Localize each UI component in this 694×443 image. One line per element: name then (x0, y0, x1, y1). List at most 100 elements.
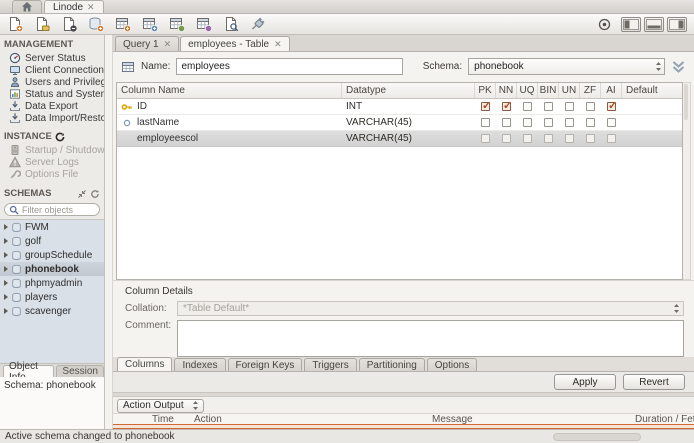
column-datatype: VARCHAR(45) (346, 117, 412, 128)
un-checkbox[interactable] (565, 102, 574, 111)
tab-triggers[interactable]: Triggers (304, 358, 357, 371)
create-view-button[interactable] (142, 16, 158, 32)
nn-checkbox[interactable] (502, 118, 511, 127)
reconnect-server-icon (250, 16, 266, 32)
editor-tab-query-1[interactable]: Query 1 ✕ (115, 36, 180, 51)
close-icon[interactable]: ✕ (164, 39, 172, 49)
un-checkbox[interactable] (565, 118, 574, 127)
expand-arrow-icon[interactable] (4, 294, 8, 300)
zf-checkbox[interactable] (586, 118, 595, 127)
toggle-secondary-sidebar-button[interactable] (667, 16, 687, 32)
column-row-id[interactable]: ID INT (117, 99, 682, 115)
bin-checkbox[interactable] (544, 102, 553, 111)
ai-checkbox[interactable] (607, 134, 616, 143)
connection-tab[interactable]: Linode ✕ (44, 0, 104, 13)
sidebar-item-server-status[interactable]: Server Status (0, 52, 104, 64)
new-query-tab-button[interactable] (7, 16, 23, 32)
nn-checkbox[interactable] (502, 99, 512, 112)
horizontal-scrollbar[interactable] (553, 433, 641, 441)
search-table-data-button[interactable] (223, 16, 239, 32)
pk-checkbox[interactable] (481, 99, 491, 112)
zf-checkbox[interactable] (586, 102, 595, 111)
sidebar-item-status-and-system-variables[interactable]: Status and System Variables (0, 88, 104, 100)
pk-checkbox[interactable] (481, 118, 490, 127)
uq-checkbox[interactable] (523, 118, 532, 127)
schema-select[interactable]: phonebook (468, 58, 665, 75)
schema-item-phpmyadmin[interactable]: phpmyadmin (0, 276, 104, 290)
revert-button[interactable]: Revert (623, 374, 685, 390)
sidebar-item-users-and-privileges[interactable]: Users and Privileges (0, 76, 104, 88)
schema-item-fwm[interactable]: FWM (0, 220, 104, 234)
chevron-double-down-icon[interactable] (671, 60, 686, 74)
schema-item-golf[interactable]: golf (0, 234, 104, 248)
toggle-output-area-button[interactable] (644, 16, 664, 32)
expand-arrow-icon[interactable] (4, 238, 8, 244)
pk-checkbox[interactable] (481, 134, 490, 143)
table-name-input[interactable] (176, 58, 403, 75)
output-header-time: Time (152, 413, 174, 425)
home-tab[interactable] (12, 0, 42, 13)
column-row-employeescol[interactable]: employeescol VARCHAR(45) (117, 131, 682, 147)
create-table-button[interactable] (115, 16, 131, 32)
create-schema-button[interactable] (88, 16, 104, 32)
expand-tree-icon[interactable] (77, 189, 87, 199)
expand-arrow-icon[interactable] (4, 224, 8, 230)
schema-filter-input[interactable] (22, 204, 92, 215)
toggle-sidebar-button[interactable] (621, 16, 641, 32)
tab-columns[interactable]: Columns (117, 357, 173, 371)
new-query-tab-icon (7, 16, 23, 32)
sidebar-item-data-export[interactable]: Data Export (0, 100, 104, 112)
dashboard-status-icon[interactable] (598, 18, 611, 31)
main-toolbar (0, 14, 694, 35)
column-datatype: VARCHAR(45) (346, 133, 412, 144)
grid-scrollbar[interactable] (683, 82, 691, 280)
apply-button[interactable]: Apply (554, 374, 616, 390)
new-sql-script-button[interactable] (61, 16, 77, 32)
uq-checkbox[interactable] (523, 102, 532, 111)
schema-item-players[interactable]: players (0, 290, 104, 304)
comment-textarea[interactable] (177, 320, 684, 357)
ai-checkbox[interactable] (607, 118, 616, 127)
tab-foreign-keys[interactable]: Foreign Keys (227, 358, 303, 371)
tab-options[interactable]: Options (426, 358, 478, 371)
nn-checkbox[interactable] (502, 134, 511, 143)
close-icon[interactable]: ✕ (274, 39, 282, 49)
close-icon[interactable]: ✕ (87, 2, 95, 12)
tab-object-info[interactable]: Object Info (3, 361, 55, 383)
tab-indexes[interactable]: Indexes (174, 358, 226, 371)
bin-checkbox[interactable] (544, 134, 553, 143)
collation-select[interactable]: *Table Default* (177, 301, 684, 316)
sidebar-item-client-connections[interactable]: Client Connections (0, 64, 104, 76)
sidebar-splitter[interactable] (105, 35, 113, 429)
refresh-icon[interactable] (90, 189, 100, 199)
schema-item-groupschedule[interactable]: groupSchedule (0, 248, 104, 262)
editor-tab-employees-table[interactable]: employees - Table ✕ (180, 36, 290, 51)
schema-select-value: phonebook (474, 61, 524, 72)
sidebar-item-data-import-restore[interactable]: Data Import/Restore (0, 112, 104, 124)
output-header-message: Message (432, 413, 473, 425)
window-tab-strip: Linode ✕ (0, 0, 694, 14)
expand-arrow-icon[interactable] (4, 252, 8, 258)
create-procedure-button[interactable] (169, 16, 185, 32)
expand-arrow-icon[interactable] (4, 280, 8, 286)
ai-checkbox[interactable] (607, 99, 617, 112)
zf-checkbox[interactable] (586, 134, 595, 143)
tab-session[interactable]: Session (56, 365, 104, 377)
open-sql-script-button[interactable] (34, 16, 50, 32)
grid-empty-area[interactable] (117, 147, 682, 279)
expand-arrow-icon[interactable] (4, 308, 8, 314)
comment-label: Comment: (125, 320, 172, 331)
bin-checkbox[interactable] (544, 118, 553, 127)
uq-checkbox[interactable] (523, 134, 532, 143)
schema-item-phonebook[interactable]: phonebook (0, 262, 104, 276)
tab-partitioning[interactable]: Partitioning (358, 358, 425, 371)
column-row-lastname[interactable]: lastName VARCHAR(45) (117, 115, 682, 131)
un-checkbox[interactable] (565, 134, 574, 143)
schema-name: players (25, 291, 58, 303)
status-bar: Active schema changed to phonebook (0, 429, 694, 443)
schema-item-scavenger[interactable]: scavenger (0, 304, 104, 318)
expand-arrow-icon[interactable] (4, 266, 8, 272)
reconnect-server-button[interactable] (250, 16, 266, 32)
output-selector[interactable]: Action Output (117, 398, 204, 413)
create-function-button[interactable] (196, 16, 212, 32)
